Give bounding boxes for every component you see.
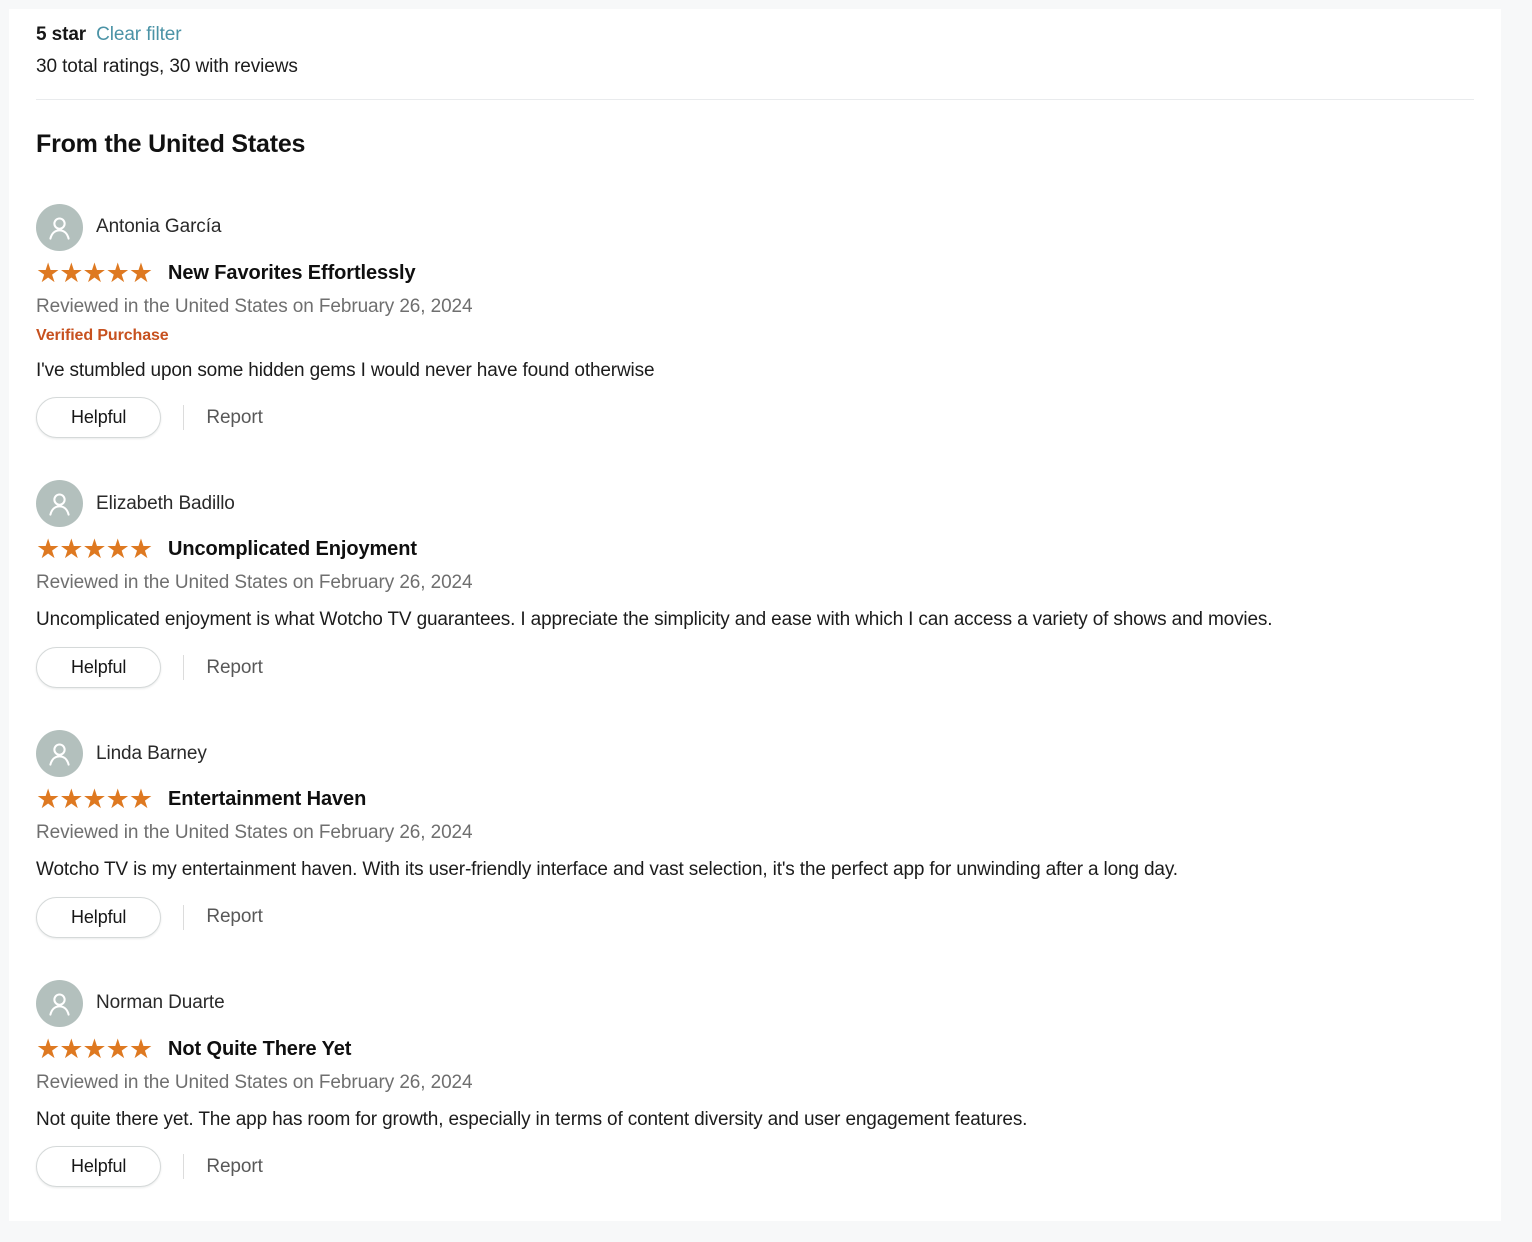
review-actions: Helpful Report [36, 896, 1474, 938]
review-title: Entertainment Haven [168, 788, 367, 811]
report-link[interactable]: Report [206, 407, 263, 429]
reviews-list: Antonia García ★★★★★ New Favorites Effor… [9, 159, 1501, 1188]
action-divider [183, 1154, 185, 1180]
review-title: Not Quite There Yet [168, 1037, 352, 1060]
avatar-person-icon [36, 203, 83, 251]
review-title-row[interactable]: ★★★★★ New Favorites Effortlessly [36, 257, 1474, 288]
helpful-button[interactable]: Helpful [36, 1146, 162, 1188]
reviewer-row[interactable]: Norman Duarte [36, 979, 1474, 1027]
review-title-row[interactable]: ★★★★★ Uncomplicated Enjoyment [36, 536, 1474, 563]
reviewer-row[interactable]: Antonia García [36, 203, 1474, 251]
review-actions: Helpful Report [36, 397, 1474, 439]
review-date-location: Reviewed in the United States on Februar… [36, 822, 473, 844]
review-item: Norman Duarte ★★★★★ Not Quite There Yet … [36, 938, 1474, 1188]
action-divider [183, 405, 185, 431]
avatar-person-icon [36, 979, 83, 1027]
review-item: Antonia García ★★★★★ New Favorites Effor… [36, 159, 1474, 439]
report-link[interactable]: Report [206, 1156, 263, 1178]
review-title: Uncomplicated Enjoyment [168, 538, 417, 561]
reviewer-name: Antonia García [96, 216, 222, 238]
action-divider [183, 655, 185, 681]
reviews-card: 5 star Clear filter 30 total ratings, 30… [9, 9, 1501, 1221]
reviewer-name: Linda Barney [96, 742, 207, 764]
helpful-button[interactable]: Helpful [36, 397, 162, 439]
review-body-text: I've stumbled upon some hidden gems I wo… [36, 359, 655, 381]
review-title-row[interactable]: ★★★★★ Entertainment Haven [36, 786, 1474, 813]
review-actions: Helpful Report [36, 647, 1474, 689]
helpful-button[interactable]: Helpful [36, 647, 162, 689]
ratings-summary-text: 30 total ratings, 30 with reviews [36, 55, 298, 77]
review-item: Linda Barney ★★★★★ Entertainment Haven R… [36, 688, 1474, 938]
review-date-location: Reviewed in the United States on Februar… [36, 572, 473, 594]
action-divider [183, 904, 185, 930]
review-date-location: Reviewed in the United States on Februar… [36, 1071, 473, 1093]
active-star-filter-label: 5 star [36, 24, 87, 45]
reviewer-name: Elizabeth Badillo [96, 492, 235, 514]
verified-purchase-badge: Verified Purchase [36, 326, 169, 344]
review-body-text: Not quite there yet. The app has room fo… [36, 1108, 1028, 1130]
reviews-page: 5 star Clear filter 30 total ratings, 30… [0, 0, 1532, 1242]
avatar-person-icon [36, 480, 83, 528]
reviewer-name: Norman Duarte [96, 992, 225, 1014]
header-divider [36, 98, 1474, 100]
review-title: New Favorites Effortlessly [168, 261, 416, 284]
review-item: Elizabeth Badillo ★★★★★ Uncomplicated En… [36, 438, 1474, 689]
star-rating-icon: ★★★★★ [36, 534, 153, 565]
review-title-row[interactable]: ★★★★★ Not Quite There Yet [36, 1033, 1474, 1064]
reviewer-row[interactable]: Elizabeth Badillo [36, 480, 1474, 528]
helpful-button[interactable]: Helpful [36, 896, 162, 938]
filter-line: 5 star Clear filter [36, 23, 1474, 47]
review-body-text: Wotcho TV is my entertainment haven. Wit… [36, 859, 1178, 881]
filter-header: 5 star Clear filter 30 total ratings, 30… [9, 23, 1501, 78]
review-actions: Helpful Report [36, 1146, 1474, 1188]
star-rating-icon: ★★★★★ [36, 1033, 153, 1064]
review-date-location: Reviewed in the United States on Februar… [36, 295, 473, 317]
report-link[interactable]: Report [206, 906, 263, 928]
report-link[interactable]: Report [206, 657, 263, 679]
review-body-text: Uncomplicated enjoyment is what Wotcho T… [36, 609, 1273, 631]
star-rating-icon: ★★★★★ [36, 257, 153, 288]
country-section-heading: From the United States [36, 129, 306, 158]
reviewer-row[interactable]: Linda Barney [36, 730, 1474, 778]
avatar-person-icon [36, 730, 83, 778]
star-rating-icon: ★★★★★ [36, 784, 153, 815]
clear-filter-link[interactable]: Clear filter [96, 23, 181, 47]
